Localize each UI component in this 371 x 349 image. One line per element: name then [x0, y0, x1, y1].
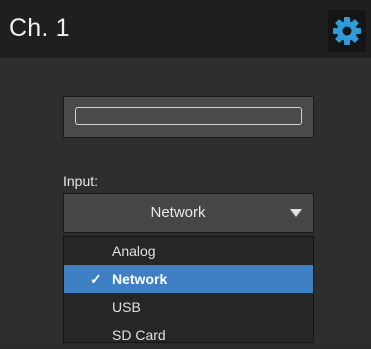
- channel-title: Ch. 1: [9, 14, 70, 42]
- input-label: Input:: [63, 173, 99, 189]
- checkmark-icon: ✓: [90, 271, 102, 287]
- channel-name-box: [63, 96, 314, 138]
- settings-button[interactable]: [328, 10, 366, 52]
- channel-panel: Ch. 1 Input: Network Analog ✓ Network US…: [0, 0, 371, 343]
- channel-name-input[interactable]: [75, 107, 302, 125]
- menu-item-network[interactable]: ✓ Network: [64, 265, 313, 293]
- menu-item-label: USB: [112, 299, 141, 315]
- gear-icon: [333, 17, 361, 45]
- menu-item-sd-card[interactable]: SD Card: [64, 321, 313, 349]
- menu-item-usb[interactable]: USB: [64, 293, 313, 321]
- menu-item-analog[interactable]: Analog: [64, 237, 313, 265]
- input-select-value: Network: [150, 204, 206, 221]
- menu-item-label: Network: [112, 271, 168, 287]
- menu-item-label: Analog: [112, 243, 156, 259]
- panel-header: Ch. 1: [0, 0, 371, 58]
- input-dropdown-menu: Analog ✓ Network USB SD Card: [63, 236, 314, 343]
- input-select[interactable]: Network: [63, 193, 314, 233]
- menu-item-label: SD Card: [112, 327, 166, 343]
- caret-down-icon: [290, 209, 302, 217]
